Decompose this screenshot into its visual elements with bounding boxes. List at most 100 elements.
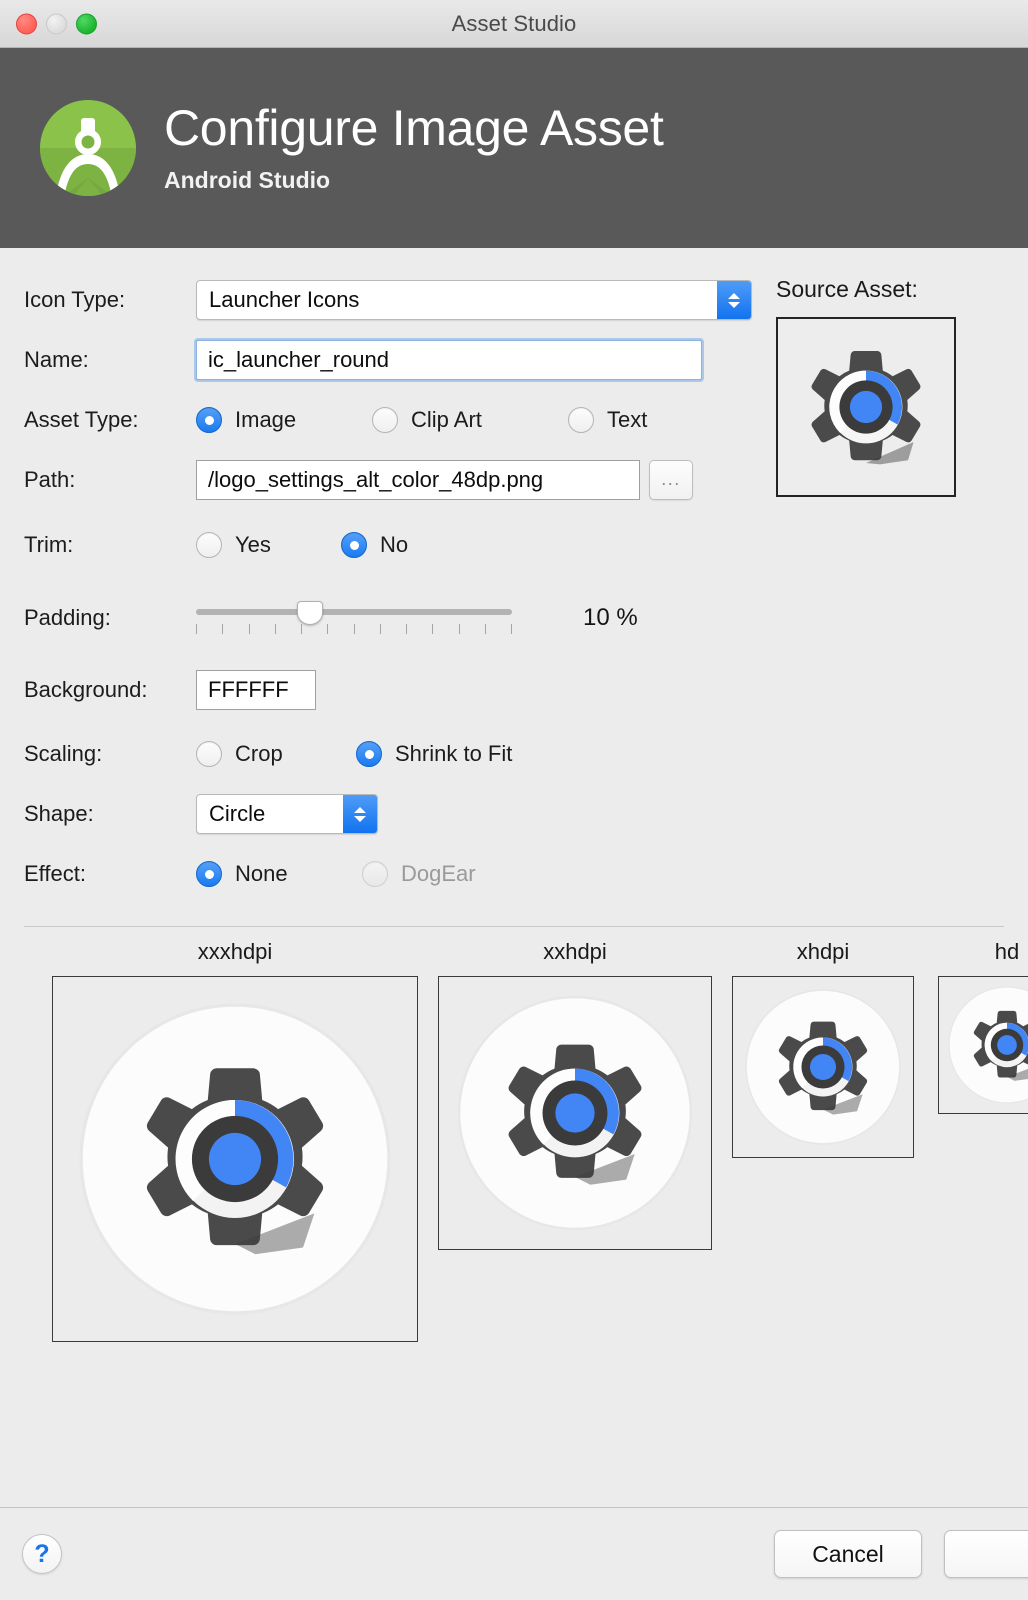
row-effect: Effect: None DogEar	[0, 844, 1028, 904]
shape-select[interactable]: Circle	[196, 794, 378, 834]
radio-dot-icon	[196, 532, 222, 558]
icon-type-select[interactable]: Launcher Icons	[196, 280, 752, 320]
name-input[interactable]: ic_launcher_round	[196, 340, 702, 380]
asset-type-option-clip-art[interactable]: Clip Art	[372, 407, 568, 433]
launcher-icon-preview	[73, 997, 397, 1321]
android-studio-logo-icon	[36, 96, 140, 200]
footer-actions: Cancel	[774, 1530, 1028, 1578]
scaling-radio-group: Crop Shrink to Fit	[196, 741, 512, 767]
dialog-footer: ? Cancel	[0, 1508, 1028, 1600]
preview-box	[438, 976, 712, 1250]
padding-slider-thumb[interactable]	[297, 601, 323, 625]
preview-xhdpi: xhdpi	[732, 939, 914, 1158]
effect-label: Effect:	[24, 861, 196, 887]
path-input[interactable]: /logo_settings_alt_color_48dp.png	[196, 460, 640, 500]
close-window-icon[interactable]	[16, 13, 37, 34]
padding-label: Padding:	[24, 605, 196, 631]
trim-option-yes-label: Yes	[235, 532, 271, 558]
name-value: ic_launcher_round	[208, 347, 389, 373]
preview-label: hd	[938, 939, 1028, 965]
radio-dot-icon	[362, 861, 388, 887]
shape-value: Circle	[209, 801, 265, 827]
name-label: Name:	[24, 347, 196, 373]
background-color-value: FFFFFF	[208, 677, 289, 703]
help-button[interactable]: ?	[22, 1534, 62, 1574]
section-divider	[24, 926, 1004, 927]
effect-radio-group: None DogEar	[196, 861, 476, 887]
source-asset-title: Source Asset:	[776, 276, 956, 303]
launcher-icon-preview	[946, 984, 1028, 1106]
source-asset-preview-box	[776, 317, 956, 497]
preview-label: xhdpi	[732, 939, 914, 965]
traffic-light-group	[16, 13, 97, 34]
effect-option-none-label: None	[235, 861, 288, 887]
settings-gear-icon	[796, 337, 936, 477]
scaling-option-crop[interactable]: Crop	[196, 741, 356, 767]
path-label: Path:	[24, 467, 196, 493]
path-browse-button[interactable]: ...	[649, 460, 693, 500]
row-padding: Padding: 10 %	[0, 580, 1028, 656]
preview-hdpi: hd	[938, 939, 1028, 1114]
scaling-label: Scaling:	[24, 741, 196, 767]
preview-label: xxhdpi	[438, 939, 712, 965]
dialog-header: Configure Image Asset Android Studio	[0, 48, 1028, 248]
row-scaling: Scaling: Crop Shrink to Fit	[0, 724, 1028, 784]
preview-label: xxxhdpi	[52, 939, 418, 965]
shape-label: Shape:	[24, 801, 196, 827]
shape-stepper-icon[interactable]	[343, 795, 377, 833]
padding-value: 10 %	[583, 604, 638, 632]
header-text-block: Configure Image Asset Android Studio	[164, 102, 664, 194]
icon-type-value: Launcher Icons	[209, 287, 359, 313]
row-shape: Shape: Circle	[0, 784, 1028, 844]
trim-option-yes[interactable]: Yes	[196, 532, 341, 558]
radio-dot-icon	[341, 532, 367, 558]
window-title: Asset Studio	[0, 11, 1028, 37]
asset-type-option-image[interactable]: Image	[196, 407, 372, 433]
asset-type-option-clip-art-label: Clip Art	[411, 407, 482, 433]
row-background: Background: FFFFFF	[0, 656, 1028, 724]
launcher-icon-preview	[453, 991, 697, 1235]
preview-box	[52, 976, 418, 1342]
window-titlebar: Asset Studio	[0, 0, 1028, 48]
padding-slider-track	[196, 609, 512, 615]
trim-radio-group: Yes No	[196, 532, 408, 558]
icon-type-label: Icon Type:	[24, 287, 196, 313]
maximize-window-icon[interactable]	[76, 13, 97, 34]
asset-type-option-text[interactable]: Text	[568, 407, 647, 433]
radio-dot-icon	[196, 861, 222, 887]
next-button[interactable]	[944, 1530, 1028, 1578]
scaling-option-shrink-to-fit[interactable]: Shrink to Fit	[356, 741, 512, 767]
preview-xxxhdpi: xxxhdpi	[52, 939, 418, 1342]
row-trim: Trim: Yes No	[0, 510, 1028, 580]
radio-dot-icon	[356, 741, 382, 767]
preview-strip: xxxhdpi xxhdpi	[0, 939, 1028, 1359]
scaling-option-crop-label: Crop	[235, 741, 283, 767]
radio-dot-icon	[372, 407, 398, 433]
dialog-subtitle: Android Studio	[164, 167, 664, 194]
effect-option-dogear: DogEar	[362, 861, 476, 887]
asset-type-label: Asset Type:	[24, 407, 196, 433]
dialog-title: Configure Image Asset	[164, 102, 664, 155]
trim-option-no-label: No	[380, 532, 408, 558]
asset-type-radio-group: Image Clip Art Text	[196, 407, 647, 433]
padding-slider-ticks	[196, 624, 512, 636]
icon-type-stepper-icon[interactable]	[717, 281, 751, 319]
asset-type-option-text-label: Text	[607, 407, 647, 433]
preview-box	[732, 976, 914, 1158]
trim-option-no[interactable]: No	[341, 532, 408, 558]
effect-option-none[interactable]: None	[196, 861, 362, 887]
asset-type-option-image-label: Image	[235, 407, 296, 433]
trim-label: Trim:	[24, 532, 196, 558]
radio-dot-icon	[196, 741, 222, 767]
background-label: Background:	[24, 677, 196, 703]
background-color-field[interactable]: FFFFFF	[196, 670, 316, 710]
scaling-option-shrink-to-fit-label: Shrink to Fit	[395, 741, 512, 767]
padding-slider[interactable]	[196, 596, 512, 640]
preview-xxhdpi: xxhdpi	[438, 939, 712, 1250]
launcher-icon-preview	[742, 986, 904, 1148]
cancel-button[interactable]: Cancel	[774, 1530, 922, 1578]
radio-dot-icon	[568, 407, 594, 433]
path-value: /logo_settings_alt_color_48dp.png	[208, 467, 543, 493]
effect-option-dogear-label: DogEar	[401, 861, 476, 887]
minimize-window-icon[interactable]	[46, 13, 67, 34]
